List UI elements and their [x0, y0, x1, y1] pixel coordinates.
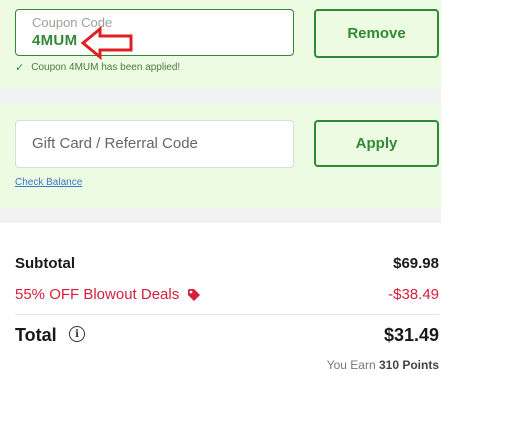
total-label: Total — [15, 325, 57, 345]
info-icon[interactable]: i — [69, 326, 85, 342]
discount-row: 55% OFF Blowout Deals — [15, 286, 201, 303]
annotation-arrow-icon — [80, 26, 133, 60]
total-value: $31.49 — [383, 325, 439, 345]
discount-value: -$38.49 — [388, 286, 439, 303]
coupon-code-field[interactable]: Coupon Code 4MUM — [15, 9, 294, 56]
coupon-applied-message: ✓ Coupon 4MUM has been applied! — [15, 61, 180, 74]
check-icon: ✓ — [15, 62, 25, 74]
points-value: 310 Points — [378, 358, 439, 372]
section-divider — [0, 208, 441, 223]
check-balance-link[interactable]: Check Balance — [15, 177, 82, 188]
summary-divider — [15, 314, 439, 315]
gift-card-placeholder: Gift Card / Referral Code — [32, 135, 198, 152]
section-divider — [0, 88, 441, 104]
points-prefix: You Earn — [326, 358, 376, 372]
tag-icon — [188, 288, 201, 301]
subtotal-label: Subtotal — [15, 255, 75, 272]
points-earned: You Earn 310 Points — [327, 358, 439, 372]
subtotal-value: $69.98 — [393, 255, 439, 272]
coupon-applied-text: Coupon 4MUM has been applied! — [31, 62, 181, 73]
apply-button[interactable]: Apply — [314, 120, 439, 167]
remove-coupon-button[interactable]: Remove — [314, 9, 439, 58]
gift-card-input[interactable]: Gift Card / Referral Code — [15, 120, 294, 168]
discount-label: 55% OFF Blowout Deals — [15, 286, 180, 303]
coupon-code-value: 4MUM — [32, 32, 78, 49]
